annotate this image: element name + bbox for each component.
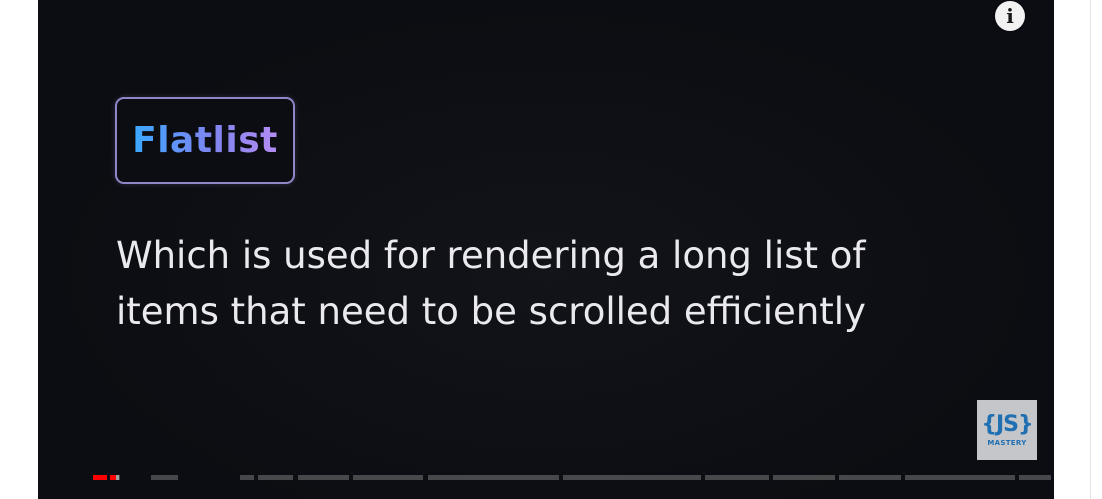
progress-chapter-segment[interactable] [905, 475, 1015, 480]
progress-chapter-segment[interactable] [428, 475, 559, 480]
caption-line-1: Which is used for rendering a long list … [116, 234, 866, 277]
video-player[interactable]: Flatlist Which is used for rendering a l… [38, 0, 1054, 499]
progress-played-fill [110, 475, 116, 480]
page: Flatlist Which is used for rendering a l… [0, 0, 1102, 499]
progress-chapter-segment[interactable] [240, 475, 254, 480]
js-mastery-logo-icon: {JS} [981, 411, 1033, 437]
progress-bar[interactable] [93, 475, 1054, 480]
page-edge-divider [1090, 0, 1091, 499]
caption-line-2: items that need to be scrolled efficient… [116, 290, 866, 333]
progress-chapter-segment[interactable] [563, 475, 701, 480]
progress-chapter-segment[interactable] [151, 475, 178, 480]
progress-chapter-segment[interactable] [353, 475, 423, 480]
progress-chapter-segment[interactable] [258, 475, 293, 480]
progress-chapter-segment[interactable] [839, 475, 901, 480]
progress-chapter-segment[interactable] [773, 475, 835, 480]
progress-chapter-segment[interactable] [110, 475, 120, 480]
topic-label: Flatlist [132, 120, 278, 161]
topic-badge: Flatlist [115, 97, 295, 184]
info-icon[interactable]: i [995, 1, 1025, 31]
progress-chapter-segment[interactable] [1019, 475, 1051, 480]
channel-watermark[interactable]: {JS} MASTERY [977, 400, 1037, 460]
watermark-subtitle: MASTERY [987, 438, 1027, 447]
progress-played-fill [93, 475, 107, 480]
progress-chapter-segment[interactable] [298, 475, 349, 480]
progress-chapter-segment[interactable] [705, 475, 769, 480]
progress-chapter-segment[interactable] [93, 475, 107, 480]
caption-text: Which is used for rendering a long list … [116, 228, 996, 340]
